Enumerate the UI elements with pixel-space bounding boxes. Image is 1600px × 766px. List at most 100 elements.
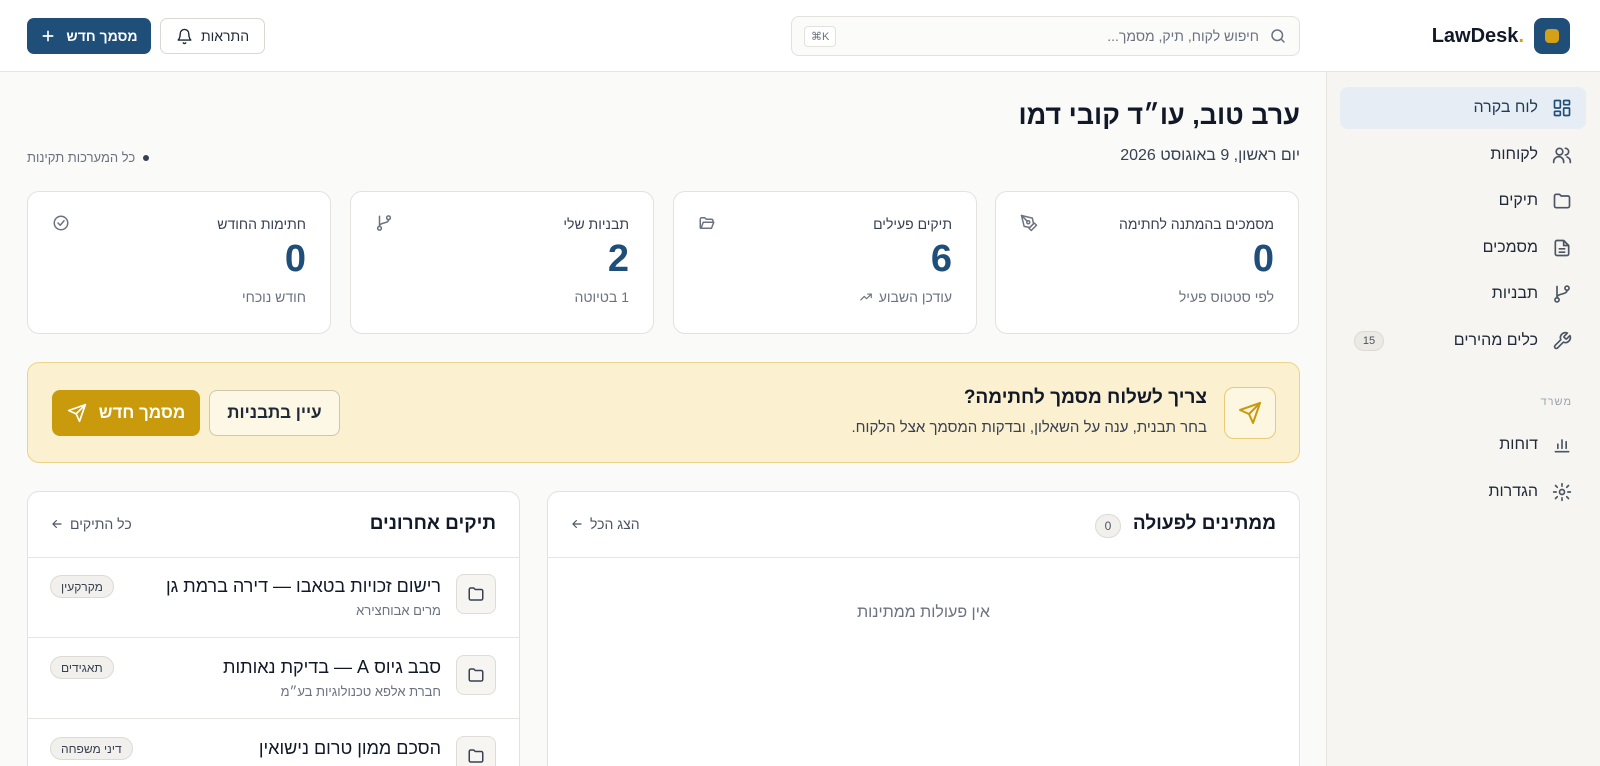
case-category-badge: תאגידים xyxy=(50,656,114,679)
cta-new-document-button[interactable]: מסמך חדש xyxy=(52,390,200,436)
sidebar-item-label: תבניות xyxy=(1491,285,1538,302)
folder-icon xyxy=(467,585,485,603)
case-title: סבב גיוס A — בדיקת נאותות xyxy=(223,657,441,677)
stat-label: תיקים פעילים xyxy=(873,216,952,232)
show-all-label: הצג הכל xyxy=(590,516,640,532)
case-icon-box xyxy=(456,736,496,766)
case-client: חברת אלפא טכנולוגיות בע״מ xyxy=(280,684,441,699)
folder-icon xyxy=(467,666,485,684)
pending-count-badge: 0 xyxy=(1095,514,1121,538)
stat-value: 0 xyxy=(1252,238,1274,280)
sidebar-item-label: דוחות xyxy=(1499,436,1538,453)
all-cases-label: כל התיקים xyxy=(70,516,132,532)
brand-logo xyxy=(1534,18,1570,54)
folder-open-icon xyxy=(698,214,716,232)
brand[interactable]: LawDesk. xyxy=(1432,18,1570,54)
git-branch-icon xyxy=(375,214,393,232)
check-circle-icon xyxy=(52,214,70,232)
empty-state: אין פעולות ממתינות xyxy=(857,604,990,621)
git-branch-icon xyxy=(1552,284,1572,304)
sidebar-item-label: כלים מהירים xyxy=(1453,332,1538,349)
system-status: כל המערכות תקינות xyxy=(27,150,150,165)
sidebar-item-reports[interactable]: דוחות xyxy=(1340,424,1586,466)
stat-value: 6 xyxy=(930,238,952,280)
case-icon-box xyxy=(456,574,496,614)
notifications-button[interactable]: התראות xyxy=(160,18,265,54)
sidebar: לוח בקרה לקוחות תיקים מסמכים תבניות כלים… xyxy=(1326,72,1600,766)
new-document-label: מסמך חדש xyxy=(66,28,138,44)
brand-dot: . xyxy=(1518,24,1524,47)
stat-card-active-cases[interactable]: תיקים פעילים 6 עודכן השבוע xyxy=(673,191,977,334)
dashboard-icon xyxy=(1552,98,1572,118)
stat-value: 0 xyxy=(284,238,306,280)
stat-sub: עודכן השבוע xyxy=(859,289,952,305)
panel-divider xyxy=(548,557,1299,558)
sidebar-item-label: הגדרות xyxy=(1488,483,1538,500)
sidebar-item-label: תיקים xyxy=(1498,192,1538,209)
search-input[interactable] xyxy=(846,28,1259,44)
case-row[interactable]: הסכם ממון טרום נישואין דיני משפחה xyxy=(28,720,519,766)
sidebar-section-office: משרד xyxy=(1540,396,1572,408)
plus-icon xyxy=(40,28,56,44)
sidebar-item-label: לוח בקרה xyxy=(1473,99,1538,116)
send-for-signature-banner: צריך לשלוח מסמך לחתימה? בחר תבנית, ענה ע… xyxy=(27,362,1300,463)
bar-chart-icon xyxy=(1552,435,1572,455)
brand-name: LawDesk. xyxy=(1432,25,1524,48)
users-icon xyxy=(1552,145,1572,165)
sidebar-item-dashboard[interactable]: לוח בקרה xyxy=(1340,87,1586,129)
stat-label: תבניות שלי xyxy=(563,216,629,232)
gear-icon xyxy=(1552,482,1572,502)
stat-card-pending-signature[interactable]: מסמכים בהמתנה לחתימה 0 לפי סטטוס פעיל xyxy=(995,191,1299,334)
system-status-text: כל המערכות תקינות xyxy=(27,150,136,165)
sidebar-item-quick-tools[interactable]: כלים מהירים 15 xyxy=(1340,320,1586,362)
cta-description: בחר תבנית, ענה על השאלון, ובדקות המסמך א… xyxy=(851,419,1207,436)
case-icon-box xyxy=(456,655,496,695)
case-client: מרים אבוחצירא xyxy=(356,603,441,618)
search-box[interactable]: ⌘K xyxy=(791,16,1300,56)
show-all-link[interactable]: הצג הכל xyxy=(570,516,640,532)
trending-up-icon xyxy=(859,290,873,304)
brand-name-text: LawDesk xyxy=(1431,24,1519,47)
stat-card-monthly-signatures[interactable]: חתימות החודש 0 חודש נוכחי xyxy=(27,191,331,334)
search-icon xyxy=(1269,27,1287,45)
stat-card-my-templates[interactable]: תבניות שלי 2 1 בטיוטה xyxy=(350,191,654,334)
sidebar-item-label: לקוחות xyxy=(1490,146,1538,163)
arrow-left-icon xyxy=(570,517,584,531)
folder-icon xyxy=(1552,191,1572,211)
case-row[interactable]: רישום זכויות בטאבו — דירה ברמת גן מרים א… xyxy=(28,558,519,638)
sidebar-item-cases[interactable]: תיקים xyxy=(1340,180,1586,222)
all-cases-link[interactable]: כל התיקים xyxy=(50,516,132,532)
send-icon xyxy=(67,403,87,423)
case-row[interactable]: סבב גיוס A — בדיקת נאותות חברת אלפא טכנו… xyxy=(28,639,519,719)
panel-title: ממתינים לפעולה xyxy=(1132,513,1276,534)
pending-actions-panel: ממתינים לפעולה 0 הצג הכל אין פעולות ממתי… xyxy=(547,491,1300,766)
quick-tools-count-badge: 15 xyxy=(1354,331,1384,351)
panel-title: תיקים אחרונים xyxy=(369,513,496,534)
search-shortcut: ⌘K xyxy=(804,25,837,47)
case-category-badge: דיני משפחה xyxy=(50,737,133,760)
case-title: הסכם ממון טרום נישואין xyxy=(258,738,441,758)
sidebar-item-settings[interactable]: הגדרות xyxy=(1340,471,1586,513)
sidebar-item-clients[interactable]: לקוחות xyxy=(1340,134,1586,176)
arrow-left-icon xyxy=(50,517,64,531)
stat-sub-text: עודכן השבוע xyxy=(878,289,952,305)
wrench-icon xyxy=(1552,331,1572,351)
sidebar-item-documents[interactable]: מסמכים xyxy=(1340,227,1586,269)
stat-sub: חודש נוכחי xyxy=(241,289,306,305)
case-category-badge: מקרקעין xyxy=(50,575,114,598)
current-date: יום ראשון, 9 באוגוסט 2026 xyxy=(1120,147,1300,164)
case-title: רישום זכויות בטאבו — דירה ברמת גן xyxy=(165,576,441,596)
bell-icon xyxy=(176,28,193,45)
notifications-label: התראות xyxy=(200,28,250,44)
stat-label: מסמכים בהמתנה לחתימה xyxy=(1119,216,1274,232)
send-icon xyxy=(1238,401,1262,425)
sidebar-item-templates[interactable]: תבניות xyxy=(1340,273,1586,315)
stat-sub: 1 בטיוטה xyxy=(574,289,630,305)
stat-value: 2 xyxy=(607,238,629,280)
folder-icon xyxy=(467,747,485,765)
document-icon xyxy=(1552,238,1572,258)
page-greeting: ערב טוב, עו״ד קובי דמו xyxy=(1018,100,1300,130)
new-document-button[interactable]: מסמך חדש xyxy=(27,18,151,54)
stat-sub: לפי סטטוס פעיל xyxy=(1178,289,1274,305)
browse-templates-button[interactable]: עיין בתבניות xyxy=(209,390,340,436)
